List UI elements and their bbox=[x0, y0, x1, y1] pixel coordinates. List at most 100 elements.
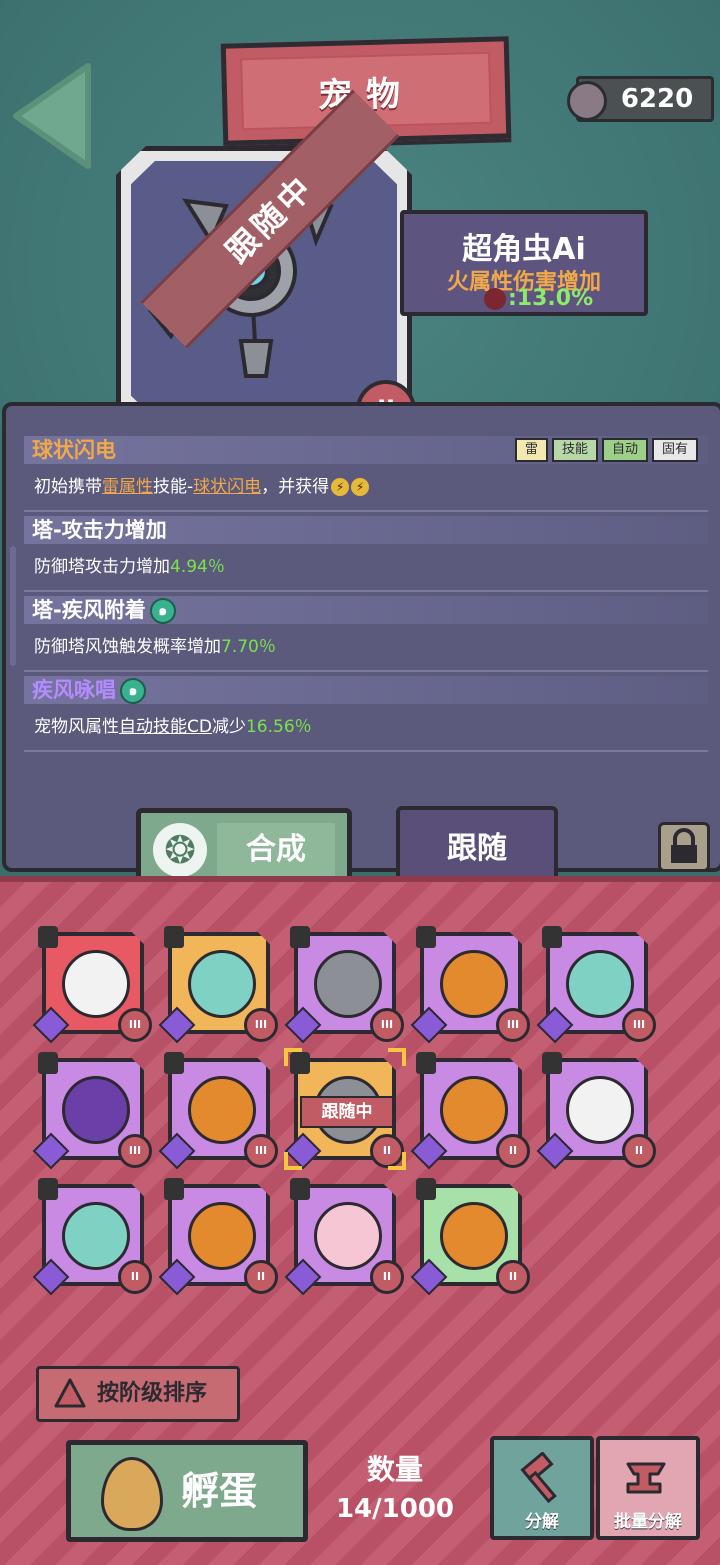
fire-icon bbox=[484, 288, 506, 310]
desc-text: ，并获得 bbox=[261, 477, 330, 497]
pet-slot[interactable]: II bbox=[158, 1178, 278, 1296]
tag-skill: 技能 bbox=[551, 438, 598, 462]
lock-icon bbox=[164, 1052, 184, 1074]
desc-text: 技能- bbox=[153, 477, 194, 497]
lock-icon bbox=[416, 926, 436, 948]
desc-value: 4.94％ bbox=[170, 557, 225, 577]
count-value: 14/1000 bbox=[335, 1494, 455, 1524]
tier-badge: II bbox=[118, 1260, 152, 1294]
fairy-girl-icon bbox=[314, 1202, 382, 1270]
hatch-label: 孵蛋 bbox=[181, 1469, 258, 1513]
gear-coin-icon bbox=[567, 81, 607, 121]
swirl-icon: ❂ bbox=[153, 823, 207, 877]
tier-badge: III bbox=[370, 1008, 404, 1042]
pet-slot[interactable]: III bbox=[158, 1052, 278, 1170]
triangle-icon bbox=[54, 1378, 86, 1408]
tier-badge: II bbox=[244, 1260, 278, 1294]
sort-by-tier-button[interactable]: 按阶级排序 bbox=[36, 1366, 240, 1422]
pet-slot[interactable]: II bbox=[410, 1178, 530, 1296]
selection-corner bbox=[284, 1048, 302, 1066]
currency-display: 6220 bbox=[567, 76, 714, 122]
desc-value: 7.70％ bbox=[221, 637, 276, 657]
pet-slot[interactable]: II bbox=[284, 1178, 404, 1296]
anvil-icon bbox=[626, 1462, 666, 1494]
drone-bug-icon bbox=[314, 950, 382, 1018]
tag-auto: 自动 bbox=[601, 438, 648, 462]
ice-spirit-icon bbox=[566, 950, 634, 1018]
tier-badge: II bbox=[370, 1260, 404, 1294]
lock-icon bbox=[416, 1178, 436, 1200]
skill-description: 宠物风属性自动技能CD减少16.56％ bbox=[34, 712, 312, 737]
ice-spirit-icon bbox=[188, 950, 256, 1018]
lightning-icon: ⚡ bbox=[351, 478, 370, 496]
desc-text: 宠物风属性 bbox=[34, 717, 119, 737]
lock-icon bbox=[38, 926, 58, 948]
desc-text: 防御塔风蚀触发概率增加 bbox=[34, 637, 221, 657]
tier-badge: III bbox=[622, 1008, 656, 1042]
skill-description: 防御塔攻击力增加4.94％ bbox=[34, 552, 225, 577]
skill-row: 球状闪电 雷 技能 自动 固有 初始携带雷属性技能-球状闪电，并获得 ⚡ ⚡ bbox=[24, 432, 708, 512]
flame-pumpkin-icon bbox=[188, 1202, 256, 1270]
egg-icon bbox=[101, 1457, 163, 1531]
skill-description: 防御塔风蚀触发概率增加7.70％ bbox=[34, 632, 276, 657]
synthesize-label: 合成 bbox=[246, 832, 306, 867]
pet-slot[interactable]: II bbox=[32, 1178, 152, 1296]
purple-blob-icon bbox=[62, 1076, 130, 1144]
batch-decompose-label: 批量分解 bbox=[614, 1512, 682, 1532]
tier-badge: III bbox=[244, 1008, 278, 1042]
pet-slot[interactable]: II bbox=[536, 1052, 656, 1170]
hammer-icon bbox=[520, 1452, 557, 1504]
lock-icon bbox=[38, 1052, 58, 1074]
skill-title: 塔-攻击力增加 bbox=[32, 518, 167, 542]
desc-value: 16.56％ bbox=[245, 717, 312, 737]
back-arrow-icon[interactable] bbox=[8, 58, 96, 174]
pet-attribute-value: :13.0% bbox=[508, 286, 594, 311]
skill-title: 塔-疾风附着๑ bbox=[32, 596, 176, 624]
pet-slot[interactable]: II 跟随中 bbox=[284, 1048, 406, 1170]
selection-corner bbox=[284, 1152, 302, 1170]
skull-ghost-icon bbox=[62, 950, 130, 1018]
currency-value: 6220 bbox=[620, 84, 694, 114]
lock-icon bbox=[416, 1052, 436, 1074]
pet-slot[interactable]: III bbox=[158, 926, 278, 1044]
decompose-button[interactable]: 分解 bbox=[490, 1436, 594, 1540]
lightning-icon: ⚡ bbox=[331, 478, 350, 496]
desc-link[interactable]: 自动技能CD bbox=[119, 717, 212, 737]
hatch-egg-button[interactable]: 孵蛋 bbox=[66, 1440, 308, 1542]
pet-slot[interactable]: II bbox=[410, 1052, 530, 1170]
lock-icon bbox=[164, 926, 184, 948]
lock-icon bbox=[290, 926, 310, 948]
pet-slot[interactable]: III bbox=[536, 926, 656, 1044]
tier-badge: III bbox=[118, 1134, 152, 1168]
batch-decompose-button[interactable]: 批量分解 bbox=[596, 1436, 700, 1540]
skill-row: 疾风咏唱๑ 宠物风属性自动技能CD减少16.56％ bbox=[24, 672, 708, 752]
ice-spirit-icon bbox=[62, 1202, 130, 1270]
desc-text: 初始携带 bbox=[34, 477, 102, 497]
skills-panel: 球状闪电 雷 技能 自动 固有 初始携带雷属性技能-球状闪电，并获得 ⚡ ⚡ 塔-攻… bbox=[2, 402, 720, 872]
wind-icon: ๑ bbox=[120, 678, 146, 704]
pet-slot[interactable]: III bbox=[410, 926, 530, 1044]
tier-badge: III bbox=[118, 1008, 152, 1042]
decompose-label: 分解 bbox=[525, 1512, 559, 1532]
skill-description: 初始携带雷属性技能-球状闪电，并获得 ⚡ ⚡ bbox=[34, 472, 370, 497]
desc-text: 减少 bbox=[211, 717, 246, 737]
count-label: 数量 bbox=[366, 1453, 423, 1486]
pet-slot[interactable]: III bbox=[32, 1052, 152, 1170]
following-tag: 跟随中 bbox=[300, 1096, 394, 1128]
tag-thunder: 雷 bbox=[514, 438, 548, 462]
flame-pumpkin-icon bbox=[440, 950, 508, 1018]
skill-row: 塔-疾风附着๑ 防御塔风蚀触发概率增加7.70％ bbox=[24, 592, 708, 672]
lock-icon bbox=[542, 926, 562, 948]
skill-title-text: 疾风咏唱 bbox=[32, 678, 116, 702]
desc-skill-link[interactable]: 球状闪电 bbox=[193, 477, 261, 497]
tag-innate: 固有 bbox=[651, 438, 698, 462]
tier-badge: II bbox=[622, 1134, 656, 1168]
pet-slot[interactable]: III bbox=[32, 926, 152, 1044]
scrollbar[interactable] bbox=[10, 546, 16, 666]
skull-ghost-icon bbox=[566, 1076, 634, 1144]
tier-badge: III bbox=[244, 1134, 278, 1168]
skill-title: 疾风咏唱๑ bbox=[32, 676, 146, 704]
lock-icon[interactable] bbox=[658, 822, 710, 872]
pet-name: 超角虫Ai bbox=[462, 232, 586, 267]
pet-slot[interactable]: III bbox=[284, 926, 404, 1044]
